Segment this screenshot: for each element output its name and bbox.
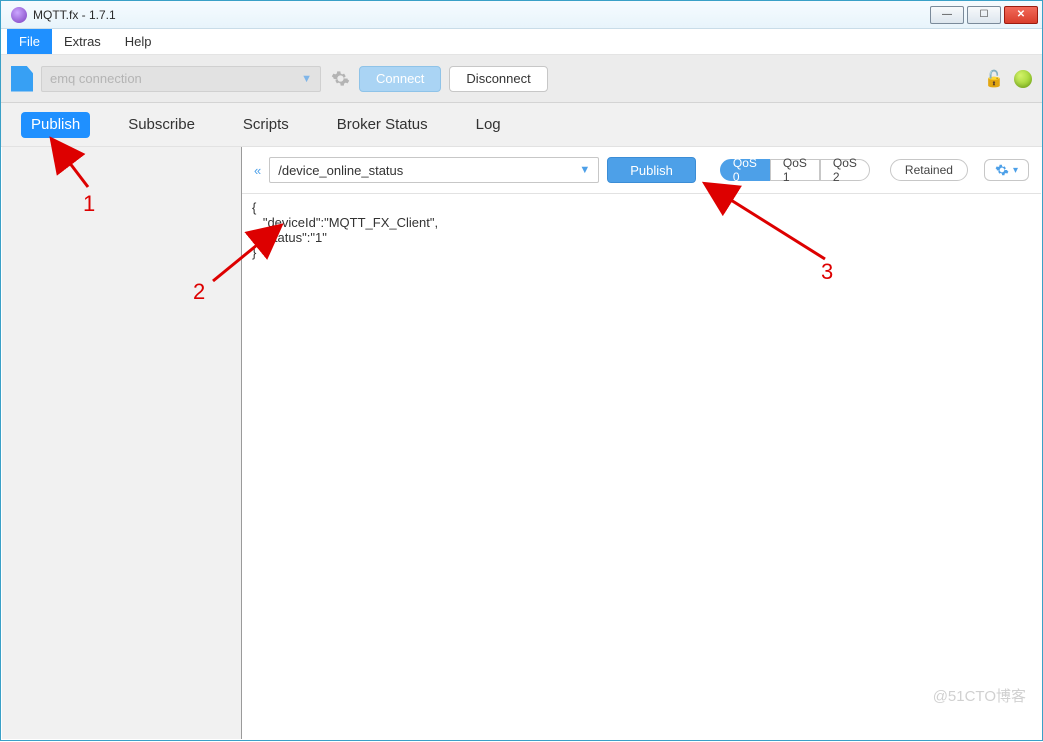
titlebar: MQTT.fx - 1.7.1 — ☐ ✕ (1, 1, 1042, 29)
publish-button[interactable]: Publish (607, 157, 696, 183)
content-area: « /device_online_status ▼ Publish QoS 0 … (2, 147, 1041, 739)
tab-subscribe[interactable]: Subscribe (118, 112, 205, 138)
app-icon (11, 7, 27, 23)
tab-scripts[interactable]: Scripts (233, 112, 299, 138)
connection-profile-select[interactable]: emq connection ▼ (41, 66, 321, 92)
connection-status-indicator (1014, 70, 1032, 88)
menu-extras[interactable]: Extras (52, 29, 113, 54)
menu-file[interactable]: File (7, 29, 52, 54)
disconnect-button[interactable]: Disconnect (449, 66, 547, 92)
maximize-button[interactable]: ☐ (967, 6, 1001, 24)
tabs-bar: Publish Subscribe Scripts Broker Status … (1, 103, 1042, 147)
close-button[interactable]: ✕ (1004, 6, 1038, 24)
left-pane (2, 147, 242, 739)
minimize-button[interactable]: — (930, 6, 964, 24)
window-controls: — ☐ ✕ (927, 6, 1038, 24)
gear-icon[interactable] (329, 68, 351, 90)
payload-textarea[interactable]: { "deviceId":"MQTT_FX_Client", "status":… (242, 193, 1041, 739)
tab-log[interactable]: Log (466, 112, 511, 138)
menubar: File Extras Help (1, 29, 1042, 55)
menu-help[interactable]: Help (113, 29, 164, 54)
topic-input[interactable]: /device_online_status ▼ (269, 157, 599, 183)
tab-broker-status[interactable]: Broker Status (327, 112, 438, 138)
app-window: MQTT.fx - 1.7.1 — ☐ ✕ File Extras Help e… (0, 0, 1043, 741)
connection-toolbar: emq connection ▼ Connect Disconnect 🔓 (1, 55, 1042, 103)
collapse-left-icon[interactable]: « (254, 163, 261, 178)
chevron-down-icon: ▼ (301, 73, 312, 85)
qos-0-button[interactable]: QoS 0 (720, 159, 770, 181)
publish-toolbar: « /device_online_status ▼ Publish QoS 0 … (242, 147, 1041, 193)
qos-1-button[interactable]: QoS 1 (770, 159, 820, 181)
window-title: MQTT.fx - 1.7.1 (33, 8, 116, 22)
annotation-2: 2 (193, 279, 205, 305)
qos-2-button[interactable]: QoS 2 (820, 159, 870, 181)
tab-publish[interactable]: Publish (21, 112, 90, 138)
chevron-down-icon: ▼ (579, 164, 590, 176)
retained-toggle[interactable]: Retained (890, 159, 968, 181)
unlock-icon: 🔓 (984, 69, 1004, 89)
topic-value: /device_online_status (278, 163, 403, 178)
annotation-1: 1 (83, 191, 95, 217)
qos-group: QoS 0 QoS 1 QoS 2 (720, 159, 870, 181)
watermark: @51CTO博客 (933, 685, 1026, 706)
connect-button[interactable]: Connect (359, 66, 441, 92)
chevron-down-icon: ▾ (1013, 165, 1018, 176)
connection-profile-placeholder: emq connection (50, 71, 142, 86)
annotation-3: 3 (821, 259, 833, 285)
right-pane: « /device_online_status ▼ Publish QoS 0 … (242, 147, 1041, 739)
publish-settings-button[interactable]: ▾ (984, 159, 1029, 181)
gear-small-icon (995, 163, 1009, 177)
profile-file-icon (11, 66, 33, 92)
